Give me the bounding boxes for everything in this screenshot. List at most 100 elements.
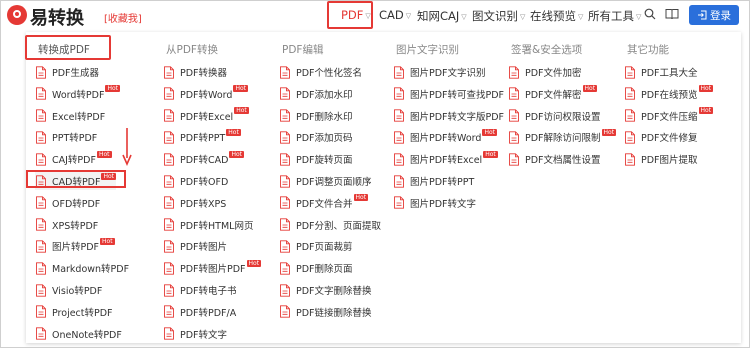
hot-badge: Hot xyxy=(229,150,245,158)
menu-item[interactable]: PDF转CAD Hot xyxy=(163,150,245,168)
menu-item[interactable]: XPS转PDF xyxy=(35,216,98,234)
menu-item[interactable]: 图片转PDF Hot xyxy=(35,237,115,255)
menu-item-label: 图片PDF转文字版PDF xyxy=(410,111,505,123)
menu-item[interactable]: PDF转PDF/A xyxy=(163,303,236,321)
menu-item[interactable]: PDF转HTML网页 xyxy=(163,216,253,234)
menu-item[interactable]: CAJ转PDF Hot xyxy=(35,150,112,168)
menu-item[interactable]: PDF图片提取 xyxy=(624,150,698,168)
menu-item-label: PDF分割、页面提取 xyxy=(296,220,382,232)
menu-item-label: PDF转换器 xyxy=(180,68,228,79)
nav-pdf-highlight xyxy=(327,1,373,29)
chevron-down-icon: ▽ xyxy=(405,12,412,20)
menu-item-label: Excel转PDF xyxy=(52,111,106,123)
menu-item[interactable]: PDF添加水印 xyxy=(279,85,353,103)
menu-item[interactable]: PDF文件合并 Hot xyxy=(279,194,369,212)
menu-item-label: 图片PDF转PPT xyxy=(410,177,475,188)
menu-item[interactable]: PDF转XPS xyxy=(163,194,226,212)
menu-item[interactable]: PDF转Word Hot xyxy=(163,85,248,103)
menu-item[interactable]: OFD转PDF xyxy=(35,194,100,212)
menu-item-label: 图片转PDF xyxy=(52,242,100,254)
nav-preview-label: 在线预览 xyxy=(530,9,576,23)
menu-item-label: Visio转PDF xyxy=(52,286,103,297)
search-icon[interactable] xyxy=(644,8,656,20)
file-icon xyxy=(509,65,519,79)
site-logo[interactable]: 易转换 xyxy=(30,4,84,30)
login-label: 登录 xyxy=(710,9,731,22)
menu-item[interactable]: 图片PDF转PPT xyxy=(393,172,474,190)
menu-item[interactable]: PDF转图片 xyxy=(163,237,227,255)
menu-item[interactable]: PDF转Excel Hot xyxy=(163,107,249,125)
nav-caj[interactable]: 知网CAJ ▽ xyxy=(417,8,467,24)
menu-item[interactable]: PDF工具大全 xyxy=(624,63,698,81)
menu-item[interactable]: PDF添加页码 xyxy=(279,128,353,146)
menu-item-label: PDF文件合并 xyxy=(296,198,353,210)
menu-item[interactable]: PDF个性化签名 xyxy=(279,63,362,81)
menu-item[interactable]: PDF解除访问限制 Hot xyxy=(508,128,617,146)
hot-badge: Hot xyxy=(246,259,262,267)
menu-item[interactable]: PDF访问权限设置 xyxy=(508,107,601,125)
menu-item[interactable]: Markdown转PDF xyxy=(35,259,129,277)
bookmark-link[interactable]: [收藏我] xyxy=(104,10,142,25)
menu-item[interactable]: PDF页面裁剪 xyxy=(279,237,353,255)
menu-item[interactable]: PDF文字删除替换 xyxy=(279,281,372,299)
menu-item[interactable]: PDF文档属性设置 xyxy=(508,150,601,168)
nav-preview[interactable]: 在线预览 ▽ xyxy=(530,8,583,24)
login-button[interactable]: 登录 xyxy=(689,5,739,25)
hot-badge: Hot xyxy=(601,128,617,136)
menu-item[interactable]: PDF转OFD xyxy=(163,172,228,190)
menu-item[interactable]: PDF在线预览 Hot xyxy=(624,85,714,103)
menu-item[interactable]: PDF转PPT Hot xyxy=(163,128,241,146)
menu-item[interactable]: Project转PDF xyxy=(35,303,113,321)
menu-item[interactable]: PDF调整页面顺序 xyxy=(279,172,372,190)
menu-item[interactable]: 图片PDF文字识别 xyxy=(393,63,486,81)
menu-item-label: 图片PDF文字识别 xyxy=(410,68,486,79)
nav-ocr[interactable]: 图文识别 ▽ xyxy=(472,8,525,24)
menu-item[interactable]: PDF转图片PDF Hot xyxy=(163,259,262,277)
menu-item[interactable]: 图片PDF转文字版PDF xyxy=(393,107,504,125)
menu-item[interactable]: PDF文件加密 xyxy=(508,63,582,81)
file-icon xyxy=(280,305,290,318)
menu-item[interactable]: PDF链接删除替换 xyxy=(279,303,372,321)
menu-item[interactable]: PDF生成器 xyxy=(35,63,99,81)
menu-item[interactable]: Word转PDF Hot xyxy=(35,85,120,103)
menu-item[interactable]: OneNote转PDF xyxy=(35,325,122,343)
file-icon xyxy=(36,218,46,231)
hot-badge: Hot xyxy=(582,85,598,93)
menu-item[interactable]: PDF文件修复 xyxy=(624,128,698,146)
menu-item-label: PDF解除访问限制 xyxy=(525,133,601,145)
menu-item[interactable]: PDF转文字 xyxy=(163,325,227,343)
menu-item[interactable]: PDF转电子书 xyxy=(163,281,237,299)
menu-item[interactable]: PDF分割、页面提取 xyxy=(279,216,381,234)
file-icon xyxy=(164,196,174,209)
menu-item[interactable]: PPT转PDF xyxy=(35,128,97,146)
file-icon xyxy=(36,131,46,144)
menu-item[interactable]: 图片PDF转文字 xyxy=(393,194,476,212)
menu-item[interactable]: PDF删除水印 xyxy=(279,107,353,125)
menu-item-label: PDF旋转页面 xyxy=(296,155,353,167)
menu-item[interactable]: PDF文件解密 Hot xyxy=(508,85,598,103)
file-icon xyxy=(36,305,46,318)
menu-item[interactable]: PDF旋转页面 xyxy=(279,150,353,168)
file-icon xyxy=(394,131,404,144)
menu-item[interactable]: 图片PDF转Word Hot xyxy=(393,128,497,146)
file-icon xyxy=(509,131,519,144)
menu-item[interactable]: Excel转PDF xyxy=(35,107,105,125)
menu-item-label: PDF在线预览 xyxy=(641,89,698,101)
menu-item[interactable]: Visio转PDF xyxy=(35,281,102,299)
nav-all-tools[interactable]: 所有工具 ▽ xyxy=(588,8,641,24)
menu-item[interactable]: 图片PDF转Excel Hot xyxy=(393,150,498,168)
book-icon[interactable] xyxy=(665,8,679,20)
menu-item[interactable]: PDF文件压缩 Hot xyxy=(624,107,714,125)
menu-item-label: PDF页面裁剪 xyxy=(296,242,353,254)
menu-item-label: PDF转XPS xyxy=(180,198,227,210)
menu-item-label: Markdown转PDF xyxy=(52,264,130,276)
nav-cad[interactable]: CAD ▽ xyxy=(379,8,411,22)
arrow-down-icon xyxy=(122,128,132,166)
menu-item-label: PDF删除水印 xyxy=(296,111,353,123)
file-icon xyxy=(36,327,46,340)
menu-item[interactable]: PDF转换器 xyxy=(163,63,227,81)
menu-item[interactable]: 图片PDF转可查找PDF xyxy=(393,85,504,103)
menu-item-label: PDF文件压缩 xyxy=(641,111,698,123)
logo-icon xyxy=(7,5,27,25)
menu-item[interactable]: PDF删除页面 xyxy=(279,259,353,277)
